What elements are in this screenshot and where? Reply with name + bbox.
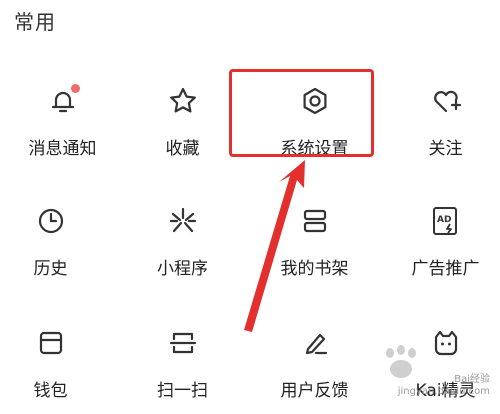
grid-item-feedback[interactable]: 用户反馈	[252, 302, 377, 414]
feedback-pen-icon	[298, 326, 332, 360]
clock-icon	[34, 204, 68, 238]
annotation-highlight-box	[229, 69, 374, 157]
star-icon	[166, 84, 200, 118]
grid-item-notifications[interactable]: 消息通知	[0, 60, 125, 172]
mini-program-icon	[166, 204, 200, 238]
watermark-url: jingyan.baidu.com	[397, 386, 490, 397]
grid-item-label: 小程序	[157, 259, 208, 279]
grid-item-label: 用户反馈	[280, 381, 349, 401]
ad-icon: AD	[429, 204, 463, 238]
grid-item-wallet[interactable]: 钱包	[0, 302, 113, 414]
wallet-icon	[34, 326, 68, 360]
grid-item-label: 扫一扫	[157, 381, 208, 401]
grid-item-label: 钱包	[33, 381, 68, 401]
grid-item-label: 我的书架	[280, 259, 349, 279]
scan-icon	[166, 326, 200, 360]
bookshelf-icon	[298, 204, 332, 238]
grid-item-follow[interactable]: 关注	[383, 60, 500, 172]
section-title: 常用	[14, 10, 56, 34]
watermark: Bai经验 jingyan.baidu.com	[398, 374, 490, 398]
bell-icon	[46, 84, 80, 118]
grid-item-label: 消息通知	[28, 139, 97, 159]
cat-face-icon	[429, 326, 463, 360]
grid-item-bookshelf[interactable]: 我的书架	[252, 180, 377, 292]
grid-item-label: 历史	[33, 259, 68, 279]
watermark-title: Bai经验	[454, 374, 490, 385]
grid-item-mini-programs[interactable]: 小程序	[120, 180, 245, 292]
grid-item-label: 关注	[428, 139, 463, 159]
grid-item-label: 广告推广	[411, 259, 480, 279]
grid-item-favorites[interactable]: 收藏	[120, 60, 245, 172]
heart-plus-icon	[429, 84, 463, 118]
grid-item-label: 收藏	[165, 139, 200, 159]
grid-item-advertising[interactable]: AD 广告推广	[383, 180, 500, 292]
notification-badge	[70, 84, 80, 93]
grid-item-history[interactable]: 历史	[0, 180, 113, 292]
grid-item-scan[interactable]: 扫一扫	[120, 302, 245, 414]
svg-text:AD: AD	[437, 215, 451, 225]
